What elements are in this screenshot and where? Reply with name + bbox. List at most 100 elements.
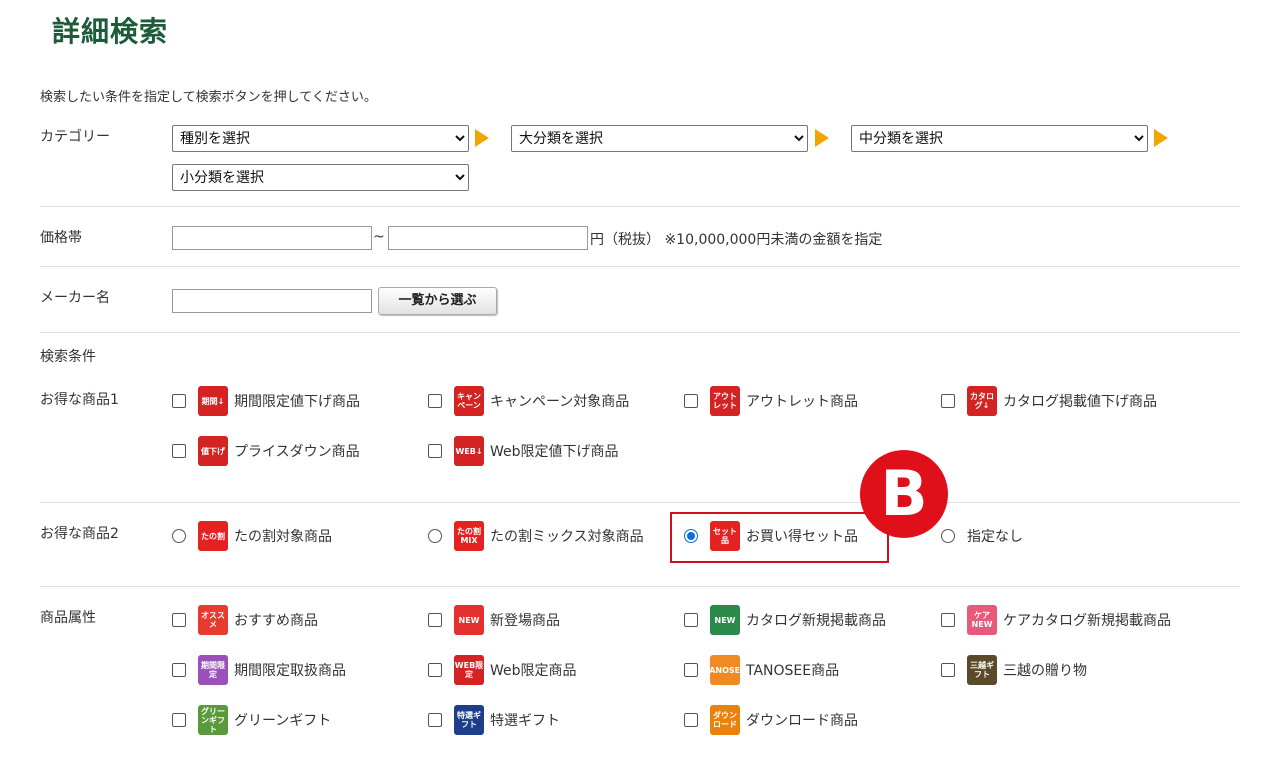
option-label: グリーンギフト: [234, 713, 332, 729]
option-label: 期間限定値下げ商品: [234, 394, 360, 410]
deals1-option[interactable]: キャンペーン キャンペーン対象商品: [428, 385, 629, 417]
price-note: 円（税抜） ※10,000,000円未満の金額を指定: [590, 232, 883, 248]
page-title: 詳細検索: [52, 15, 169, 48]
option-label: Web限定商品: [490, 663, 577, 679]
badge-icon: たの割: [198, 521, 228, 551]
attribute-option[interactable]: NEW カタログ新規掲載商品: [684, 604, 886, 636]
divider: [40, 502, 1240, 503]
option-label: キャンペーン対象商品: [490, 394, 630, 410]
category-middle-select[interactable]: 中分類を選択: [851, 125, 1148, 152]
deals2-option[interactable]: 指定なし: [941, 520, 1023, 552]
option-label: プライスダウン商品: [234, 444, 360, 460]
option-label: ダウンロード商品: [746, 713, 858, 729]
radio-button[interactable]: [428, 529, 442, 543]
checkbox[interactable]: [172, 394, 186, 408]
checkbox[interactable]: [428, 394, 442, 408]
divider: [40, 266, 1240, 267]
attribute-option[interactable]: 特選ギフト 特選ギフト: [428, 704, 560, 736]
checkbox[interactable]: [428, 713, 442, 727]
attribute-option[interactable]: 期間限定 期間限定取扱商品: [172, 654, 346, 686]
checkbox[interactable]: [941, 663, 955, 677]
option-label: 三越の贈り物: [1003, 663, 1087, 679]
checkbox[interactable]: [172, 444, 186, 458]
price-max-input[interactable]: [388, 226, 588, 250]
maker-input[interactable]: [172, 289, 372, 313]
badge-icon: ケアNEW: [967, 605, 997, 635]
checkbox[interactable]: [172, 663, 186, 677]
checkbox[interactable]: [172, 613, 186, 627]
checkbox[interactable]: [684, 613, 698, 627]
conditions-label: 検索条件: [40, 349, 96, 365]
attributes-label: 商品属性: [40, 610, 96, 626]
badge-icon: オススメ: [198, 605, 228, 635]
attribute-option[interactable]: NEW 新登場商品: [428, 604, 560, 636]
checkbox[interactable]: [172, 713, 186, 727]
attribute-option[interactable]: オススメ おすすめ商品: [172, 604, 318, 636]
badge-icon: 三越ギフト: [967, 655, 997, 685]
category-type-select[interactable]: 種別を選択: [172, 125, 469, 152]
badge-icon: TANOSEE: [710, 655, 740, 685]
arrow-right-icon: [815, 129, 829, 147]
badge-icon: ダウンロード: [710, 705, 740, 735]
callout-b-marker: B: [860, 450, 948, 538]
attribute-option[interactable]: ダウンロード ダウンロード商品: [684, 704, 858, 736]
option-label: 期間限定取扱商品: [234, 663, 346, 679]
category-label: カテゴリー: [40, 129, 110, 145]
badge-icon: カタログ↓: [967, 386, 997, 416]
badge-icon: 特選ギフト: [454, 705, 484, 735]
category-minor-select[interactable]: 小分類を選択: [172, 164, 469, 191]
checkbox[interactable]: [941, 613, 955, 627]
maker-list-button[interactable]: 一覧から選ぶ: [378, 287, 497, 315]
badge-icon: 値下げ: [198, 436, 228, 466]
deals2-option[interactable]: たの割MIX たの割ミックス対象商品: [428, 520, 644, 552]
badge-icon: たの割MIX: [454, 521, 484, 551]
badge-icon: グリーンギフト: [198, 705, 228, 735]
deals1-option[interactable]: 期間↓ 期間限定値下げ商品: [172, 385, 360, 417]
option-label: カタログ新規掲載商品: [746, 613, 886, 629]
radio-button[interactable]: [941, 529, 955, 543]
checkbox[interactable]: [428, 613, 442, 627]
highlight-box: [670, 512, 889, 563]
option-label: 特選ギフト: [490, 713, 560, 729]
checkbox[interactable]: [428, 444, 442, 458]
badge-icon: 期間限定: [198, 655, 228, 685]
radio-button[interactable]: [172, 529, 186, 543]
checkbox[interactable]: [428, 663, 442, 677]
deals1-option[interactable]: カタログ↓ カタログ掲載値下げ商品: [941, 385, 1157, 417]
deals1-label: お得な商品1: [40, 392, 119, 408]
option-label: たの割ミックス対象商品: [490, 529, 644, 545]
option-label: Web限定値下げ商品: [490, 444, 619, 460]
badge-icon: アウトレット: [710, 386, 740, 416]
divider: [40, 206, 1240, 207]
badge-icon: WEB↓: [454, 436, 484, 466]
checkbox[interactable]: [941, 394, 955, 408]
category-major-select[interactable]: 大分類を選択: [511, 125, 808, 152]
deals1-option[interactable]: 値下げ プライスダウン商品: [172, 435, 360, 467]
deals2-option[interactable]: たの割 たの割対象商品: [172, 520, 332, 552]
option-label: TANOSEE商品: [746, 663, 840, 679]
deals1-option[interactable]: アウトレット アウトレット商品: [684, 385, 858, 417]
divider: [40, 332, 1240, 333]
option-label: カタログ掲載値下げ商品: [1003, 394, 1157, 410]
price-label: 価格帯: [40, 230, 82, 246]
badge-icon: キャンペーン: [454, 386, 484, 416]
option-label: 新登場商品: [490, 613, 560, 629]
deals1-option[interactable]: WEB↓ Web限定値下げ商品: [428, 435, 619, 467]
option-label: たの割対象商品: [234, 529, 332, 545]
option-label: おすすめ商品: [234, 613, 318, 629]
attribute-option[interactable]: TANOSEE TANOSEE商品: [684, 654, 839, 686]
checkbox[interactable]: [684, 663, 698, 677]
checkbox[interactable]: [684, 713, 698, 727]
intro-text: 検索したい条件を指定して検索ボタンを押してください。: [40, 90, 377, 105]
badge-icon: NEW: [454, 605, 484, 635]
attribute-option[interactable]: ケアNEW ケアカタログ新規掲載商品: [941, 604, 1171, 636]
deals2-label: お得な商品2: [40, 526, 119, 542]
option-label: ケアカタログ新規掲載商品: [1003, 613, 1171, 629]
checkbox[interactable]: [684, 394, 698, 408]
price-min-input[interactable]: [172, 226, 372, 250]
attribute-option[interactable]: 三越ギフト 三越の贈り物: [941, 654, 1087, 686]
attribute-option[interactable]: グリーンギフト グリーンギフト: [172, 704, 331, 736]
option-label: 指定なし: [967, 529, 1023, 545]
attribute-option[interactable]: WEB限定 Web限定商品: [428, 654, 577, 686]
badge-icon: NEW: [710, 605, 740, 635]
